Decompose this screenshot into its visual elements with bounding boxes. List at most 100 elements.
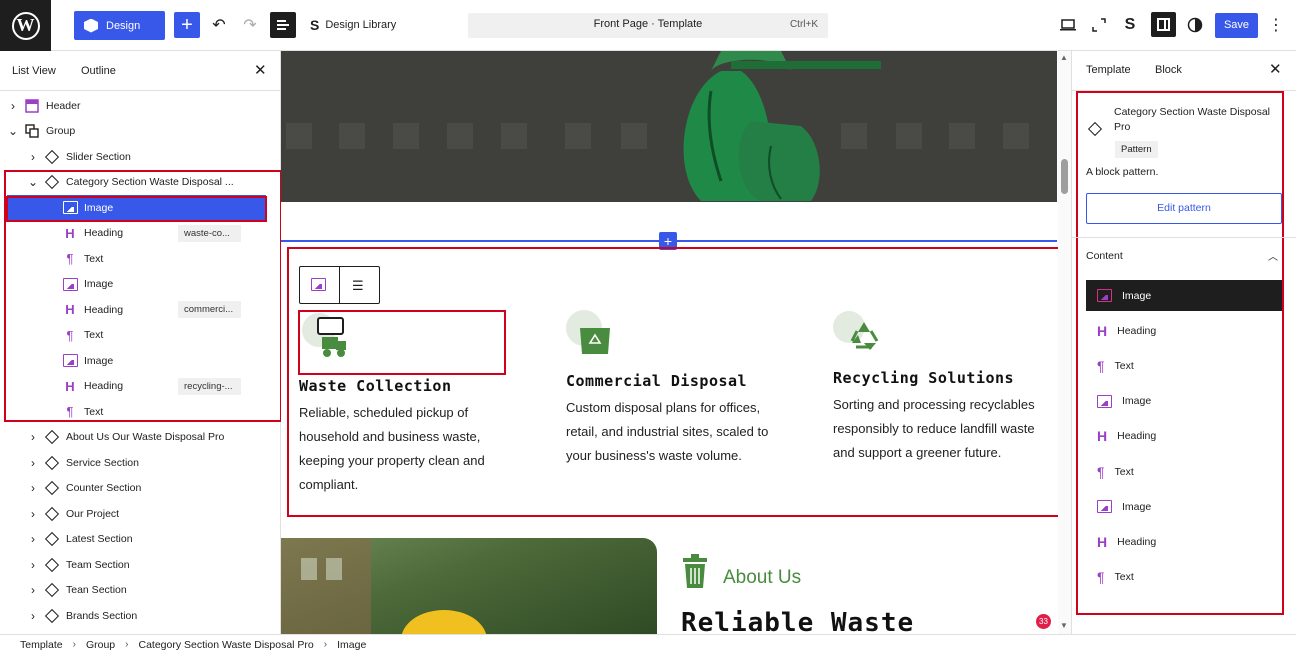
tree-item[interactable]: › Team Section: [0, 552, 280, 577]
tree-item[interactable]: ⌄ Category Section Waste Disposal ...: [0, 170, 280, 195]
notification-badge[interactable]: 33: [1036, 614, 1051, 629]
pattern-icon: [44, 429, 60, 445]
chevron-right-icon[interactable]: ›: [28, 609, 38, 623]
paragraph-icon: ¶: [66, 251, 74, 266]
command-palette-bar[interactable]: Front Page · Template Ctrl+K: [468, 13, 828, 38]
breadcrumb-item[interactable]: Image: [337, 639, 366, 651]
content-item-label: Image: [1122, 500, 1152, 513]
close-icon[interactable]: ✕: [1269, 60, 1282, 78]
chevron-right-icon[interactable]: ›: [28, 532, 38, 546]
breadcrumb-separator-icon: ›: [72, 639, 76, 650]
content-item[interactable]: H Heading: [1086, 421, 1282, 452]
tree-item[interactable]: Image: [0, 348, 280, 373]
tree-item[interactable]: ⌄ Group: [0, 119, 280, 144]
save-button[interactable]: Save: [1215, 13, 1258, 38]
add-block-button[interactable]: +: [174, 12, 200, 38]
plugin-s-icon[interactable]: S: [1118, 13, 1142, 37]
chevron-right-icon[interactable]: ›: [28, 481, 38, 495]
options-more-icon[interactable]: ⋮: [1264, 13, 1288, 37]
editor-canvas[interactable]: + ☰ Waste Collection Reliable, scheduled…: [281, 51, 1071, 634]
content-item[interactable]: ¶ Text: [1086, 350, 1282, 381]
scroll-down-icon[interactable]: ▼: [1060, 621, 1068, 630]
tree-item[interactable]: H Heading waste-co...: [0, 221, 280, 246]
template-part-icon: [24, 98, 40, 114]
block-description: A block pattern.: [1086, 166, 1159, 178]
scroll-up-icon[interactable]: ▲: [1060, 53, 1068, 62]
block-toolbar: ☰: [299, 266, 380, 304]
tree-item[interactable]: ¶ Text: [0, 323, 280, 348]
tree-item[interactable]: › Service Section: [0, 450, 280, 475]
document-overview-button[interactable]: [270, 12, 296, 38]
tree-item[interactable]: ¶ Text: [0, 246, 280, 271]
close-icon[interactable]: ✕: [254, 61, 267, 79]
tab-outline[interactable]: Outline: [81, 65, 116, 77]
heading-icon: H: [1097, 428, 1108, 445]
tree-item[interactable]: H Heading recycling-...: [0, 374, 280, 399]
settings-sidebar-toggle-icon[interactable]: [1151, 12, 1176, 37]
edit-pattern-button[interactable]: Edit pattern: [1086, 193, 1282, 224]
chevron-right-icon[interactable]: ›: [8, 99, 18, 113]
content-item[interactable]: Image: [1086, 280, 1282, 311]
undo-icon[interactable]: ↶: [207, 13, 231, 37]
chevron-right-icon[interactable]: ›: [28, 456, 38, 470]
content-item[interactable]: Image: [1086, 491, 1282, 522]
heading-icon: H: [65, 302, 75, 317]
tree-item[interactable]: › Counter Section: [0, 476, 280, 501]
breadcrumb-item[interactable]: Group: [86, 639, 115, 651]
tree-item[interactable]: › Tean Section: [0, 578, 280, 603]
content-item[interactable]: ¶ Text: [1086, 562, 1282, 593]
heading-icon: H: [1097, 322, 1108, 339]
tree-item[interactable]: › Our Project: [0, 501, 280, 526]
wordpress-logo-icon[interactable]: W: [0, 0, 51, 51]
tree-item[interactable]: › About Us Our Waste Disposal Pro: [0, 425, 280, 450]
paragraph-icon: ¶: [66, 404, 74, 419]
chevron-right-icon[interactable]: ›: [28, 430, 38, 444]
tree-item[interactable]: Image: [7, 195, 266, 220]
tree-item[interactable]: › Header: [0, 93, 280, 118]
chevron-right-icon[interactable]: ›: [28, 558, 38, 572]
trash-icon: [683, 554, 707, 588]
inline-inserter-button[interactable]: +: [659, 232, 677, 250]
pattern-icon: [44, 455, 60, 471]
chevron-right-icon[interactable]: ›: [28, 583, 38, 597]
chevron-right-icon[interactable]: ›: [28, 507, 38, 521]
design-library-button[interactable]: S Design Library: [310, 17, 396, 33]
align-left-icon[interactable]: ☰: [352, 278, 364, 294]
anchor-badge: commerci...: [178, 301, 241, 318]
chevron-down-icon[interactable]: ⌄: [28, 175, 38, 189]
pattern-icon: [1087, 121, 1103, 137]
chevron-up-icon[interactable]: ︿: [1268, 248, 1278, 263]
content-item[interactable]: ¶ Text: [1086, 456, 1282, 487]
content-item[interactable]: Image: [1086, 386, 1282, 417]
scrollbar-thumb[interactable]: [1061, 159, 1068, 194]
content-item-label: Heading: [1117, 535, 1157, 548]
breadcrumb-item[interactable]: Template: [20, 639, 63, 651]
tree-item[interactable]: Image: [0, 272, 280, 297]
desktop-preview-icon[interactable]: [1056, 13, 1080, 37]
chevron-right-icon[interactable]: ›: [28, 150, 38, 164]
breadcrumb-item[interactable]: Category Section Waste Disposal Pro: [138, 639, 313, 651]
image-block-icon[interactable]: [311, 278, 326, 291]
chevron-down-icon[interactable]: ⌄: [8, 124, 18, 138]
tree-item[interactable]: H Heading commerci...: [0, 297, 280, 322]
tree-item[interactable]: › Brands Section: [0, 603, 280, 628]
tree-item-label: Image: [84, 201, 114, 214]
content-item-label: Text: [1114, 571, 1134, 584]
tab-block[interactable]: Block: [1155, 64, 1182, 76]
content-item[interactable]: H Heading: [1086, 315, 1282, 346]
design-library-label: Design Library: [325, 19, 397, 31]
tree-item-label: Counter Section: [66, 482, 142, 494]
pattern-icon: [44, 480, 60, 496]
tree-item[interactable]: › Slider Section: [0, 144, 280, 169]
tab-list-view[interactable]: List View: [12, 65, 56, 77]
tree-item[interactable]: › Latest Section: [0, 527, 280, 552]
tab-template[interactable]: Template: [1086, 64, 1131, 76]
redo-icon[interactable]: ↷: [238, 13, 262, 37]
canvas-scrollbar[interactable]: ▲ ▼: [1058, 51, 1071, 634]
content-item[interactable]: H Heading: [1086, 526, 1282, 557]
styles-contrast-icon[interactable]: [1183, 13, 1207, 37]
design-button[interactable]: Design: [74, 11, 165, 40]
fullscreen-icon[interactable]: [1087, 13, 1111, 37]
breadcrumb-separator-icon: ›: [323, 639, 328, 650]
tree-item[interactable]: ¶ Text: [0, 399, 280, 424]
